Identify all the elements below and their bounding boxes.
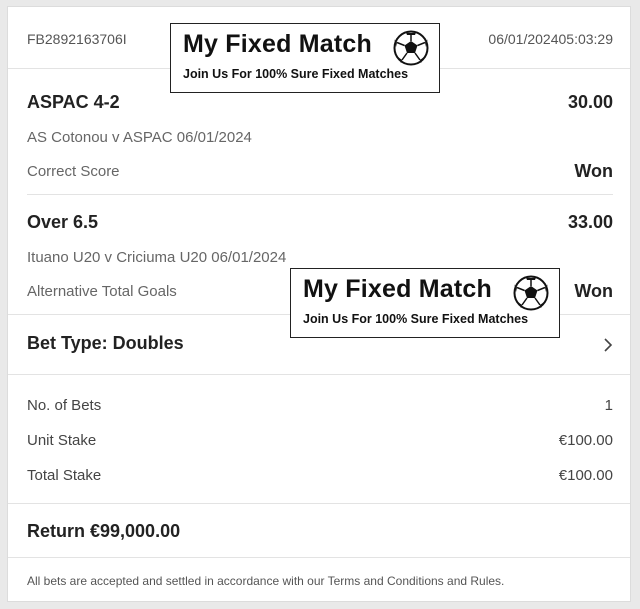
return-amount: Return €99,000.00 (27, 521, 181, 541)
chevron-right-icon[interactable] (603, 337, 613, 353)
watermark-subtitle: Join Us For 100% Sure Fixed Matches (183, 67, 409, 81)
summary-value-unit-stake: €100.00 (558, 432, 613, 449)
divider (8, 557, 630, 558)
selection-2-market: Alternative Total Goals (27, 283, 177, 300)
selection-1-result: Won (574, 161, 613, 181)
bet-id: FB2892163706I (27, 31, 127, 47)
watermark-logo: My Fixed Match Join Us For 100% Sure Fix… (290, 268, 560, 338)
watermark-subtitle: Join Us For 100% Sure Fixed Matches (303, 312, 529, 326)
divider (27, 194, 613, 195)
divider (8, 374, 630, 375)
selection-1-fixture: AS Cotonou v ASPAC 06/01/2024 (27, 129, 252, 146)
summary-value-total-stake: €100.00 (558, 467, 613, 484)
watermark-logo: My Fixed Match Join Us For 100% Sure Fix… (170, 23, 440, 93)
selection-1-title: ASPAC 4-2 (27, 92, 120, 112)
selection-2-result: Won (574, 281, 613, 301)
selection-1-market: Correct Score (27, 163, 120, 180)
bet-type-label[interactable]: Bet Type: Doubles (27, 333, 184, 354)
summary-value-bets: 1 (604, 397, 613, 414)
watermark-title: My Fixed Match (303, 275, 492, 303)
soccer-ball-icon (393, 30, 429, 66)
terms-note: All bets are accepted and settled in acc… (27, 574, 505, 588)
selection-2-odds: 33.00 (567, 212, 613, 232)
selection-1-odds: 30.00 (567, 92, 613, 112)
soccer-ball-icon (513, 275, 549, 311)
selection-2-fixture: Ituano U20 v Criciuma U20 06/01/2024 (27, 249, 287, 266)
bet-datetime: 06/01/202405:03:29 (488, 31, 613, 47)
summary-label-unit-stake: Unit Stake (27, 432, 97, 449)
summary-label-bets: No. of Bets (27, 397, 102, 414)
summary-label-total-stake: Total Stake (27, 467, 102, 484)
selection-2-title: Over 6.5 (27, 212, 99, 232)
divider (8, 503, 630, 504)
watermark-title: My Fixed Match (183, 30, 372, 58)
